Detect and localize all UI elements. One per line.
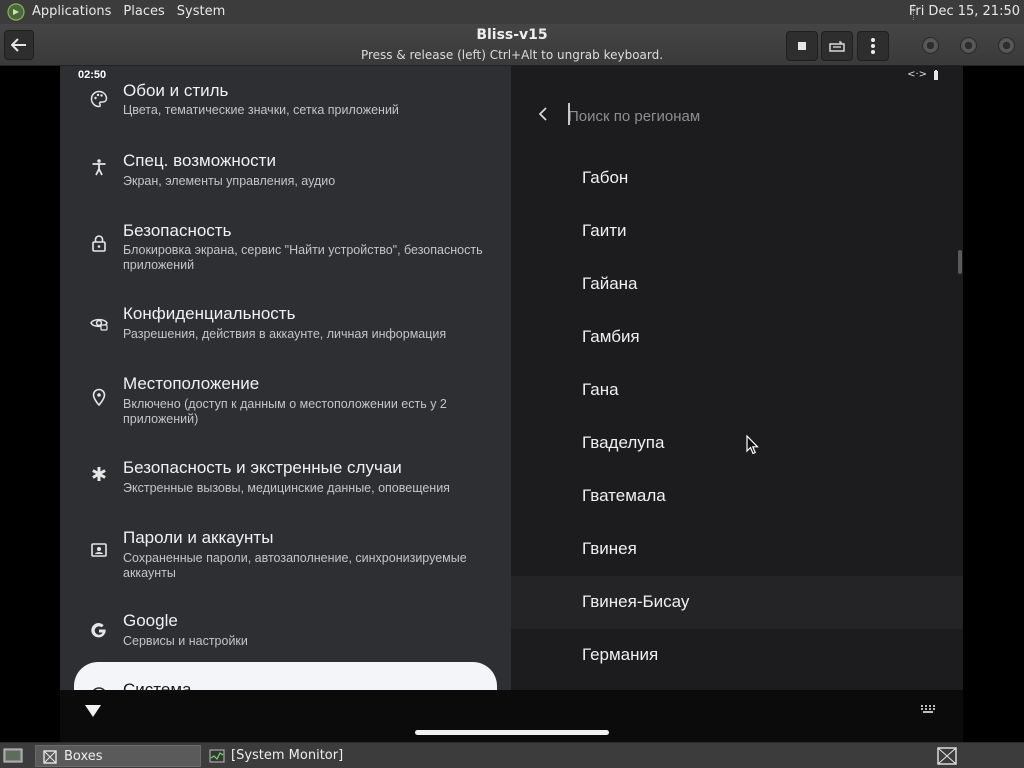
settings-item-subtitle: Включено (доступ к данным о местоположен… xyxy=(123,397,447,426)
android-nav-bar xyxy=(60,690,963,742)
settings-item-security[interactable]: Безопасность Блокировка экрана, сервис "… xyxy=(60,216,511,286)
settings-item-title: Система xyxy=(123,680,192,690)
settings-item-safety-emergency[interactable]: Безопасность и экстренные случаи Экстрен… xyxy=(60,454,511,510)
google-g-icon xyxy=(88,620,110,642)
settings-item-subtitle: Сохраненные пароли, автозаполнение, синх… xyxy=(123,551,467,580)
settings-item-subtitle: Сервисы и настройки xyxy=(123,634,248,648)
settings-item-title: Безопасность и экстренные случаи xyxy=(123,458,402,477)
scrollbar-thumb[interactable] xyxy=(958,250,962,274)
region-label: Гайана xyxy=(582,274,638,293)
keyboard-icon xyxy=(829,41,845,52)
region-label: Гвинея-Бисау xyxy=(582,592,690,611)
settings-item-title: Пароли и аккаунты xyxy=(123,528,274,547)
android-screen[interactable]: 02:50 Обои и стиль Цвета, тематические з… xyxy=(60,66,963,742)
status-icons: <·> xyxy=(907,69,939,80)
settings-item-wallpaper[interactable]: Обои и стиль Цвета, тематические значки,… xyxy=(60,78,511,136)
text-cursor xyxy=(568,103,570,125)
search-back-button[interactable] xyxy=(535,104,551,124)
menu-button[interactable] xyxy=(857,31,889,61)
region-label: Гаити xyxy=(582,221,627,240)
battery-icon xyxy=(934,69,938,80)
send-keys-button[interactable] xyxy=(821,31,853,61)
region-label: Гвинея xyxy=(582,539,637,558)
region-item[interactable]: Гваделупа xyxy=(511,417,963,470)
settings-item-title: Google xyxy=(123,611,178,630)
top-panel: Applications Places System Fri Dec 15, 2… xyxy=(0,0,1024,24)
region-item[interactable]: Гайана xyxy=(511,258,963,311)
palette-icon xyxy=(88,88,110,110)
settings-item-passwords-accounts[interactable]: Пароли и аккаунты Сохраненные пароли, ав… xyxy=(60,524,511,594)
region-item[interactable]: Гамбия xyxy=(511,311,963,364)
region-item[interactable]: Германия xyxy=(511,629,963,682)
system-menu[interactable]: System xyxy=(171,0,231,24)
show-desktop-icon[interactable] xyxy=(3,747,23,765)
account-box-icon xyxy=(88,539,110,561)
kebab-menu-icon xyxy=(871,38,875,54)
applications-menu[interactable]: Applications xyxy=(26,0,117,24)
region-item-highlighted[interactable]: Гвинея-Бисау xyxy=(511,576,963,629)
region-item[interactable]: Гаити xyxy=(511,205,963,258)
taskbar-item-system-monitor[interactable]: [System Monitor] xyxy=(203,745,453,767)
settings-item-subtitle: Цвета, тематические значки, сетка прилож… xyxy=(123,103,399,117)
lock-icon xyxy=(88,232,110,254)
region-item[interactable]: Гватемала xyxy=(511,470,963,523)
panel-clock[interactable]: Fri Dec 15, 21:50 xyxy=(909,0,1024,24)
region-item[interactable]: Гвинея xyxy=(511,523,963,576)
region-item[interactable]: Габон xyxy=(511,152,963,205)
vm-display[interactable]: 02:50 Обои и стиль Цвета, тематические з… xyxy=(0,66,1024,742)
region-picker[interactable]: <·> Габон Гаити Гайана Гамбия Гана Гваде… xyxy=(511,66,963,690)
keyboard-icon[interactable] xyxy=(920,704,936,714)
places-menu[interactable]: Places xyxy=(117,0,170,24)
settings-item-accessibility[interactable]: Спец. возможности Экран, элементы управл… xyxy=(60,146,511,204)
settings-list[interactable]: 02:50 Обои и стиль Цвета, тематические з… xyxy=(60,66,511,690)
region-label: Гамбия xyxy=(582,327,640,346)
region-search-input[interactable] xyxy=(566,104,926,128)
nav-back-triangle-icon[interactable] xyxy=(84,704,102,718)
stop-button[interactable] xyxy=(786,31,818,61)
region-label: Габон xyxy=(582,168,629,187)
settings-item-title: Местоположение xyxy=(123,374,260,393)
minimize-button[interactable] xyxy=(922,37,939,54)
workspace-switcher-icon[interactable] xyxy=(936,746,958,766)
region-label: Гватемала xyxy=(582,486,666,505)
gesture-handle[interactable] xyxy=(415,730,609,735)
taskbar-item-boxes[interactable]: Boxes xyxy=(35,745,201,767)
system-monitor-icon xyxy=(209,749,225,763)
settings-item-subtitle: Разрешения, действия в аккаунте, личная … xyxy=(123,327,447,341)
taskbar-item-label: [System Monitor] xyxy=(231,748,344,763)
region-item[interactable]: Гана xyxy=(511,364,963,417)
status-bar-time: 02:50 xyxy=(78,69,107,81)
region-label: Гана xyxy=(582,380,619,399)
settings-item-location[interactable]: Местоположение Включено (доступ к данным… xyxy=(60,370,511,440)
asterisk-icon xyxy=(88,463,110,485)
settings-item-title: Обои и стиль xyxy=(123,81,229,100)
chevron-left-icon xyxy=(539,107,547,121)
ethernet-icon: <·> xyxy=(907,69,927,80)
accessibility-icon xyxy=(88,156,110,178)
settings-item-google[interactable]: Google Сервисы и настройки xyxy=(60,608,511,662)
settings-item-title: Конфиденциальность xyxy=(123,304,296,323)
bottom-taskbar: Boxes [System Monitor] xyxy=(0,742,1024,768)
gnome-foot-icon[interactable] xyxy=(6,3,26,21)
close-button[interactable] xyxy=(998,37,1015,54)
taskbar-item-label: Boxes xyxy=(64,749,103,764)
privacy-eye-icon xyxy=(88,312,110,334)
region-label: Гваделупа xyxy=(582,433,665,452)
boxes-header-bar: Bliss-v15 Press & release (left) Ctrl+Al… xyxy=(0,24,1024,66)
location-pin-icon xyxy=(88,386,110,408)
stop-icon xyxy=(798,42,806,50)
mouse-pointer-icon xyxy=(746,435,759,455)
settings-item-subtitle: Блокировка экрана, сервис "Найти устройс… xyxy=(123,243,483,272)
settings-item-subtitle: Экран, элементы управления, аудио xyxy=(123,174,336,188)
settings-item-title: Спец. возможности xyxy=(123,151,276,170)
settings-item-system-selected[interactable]: Система xyxy=(74,662,497,690)
maximize-button[interactable] xyxy=(960,37,977,54)
settings-item-subtitle: Экстренные вызовы, медицинские данные, о… xyxy=(123,481,450,495)
region-label: Германия xyxy=(582,645,659,664)
settings-item-title: Безопасность xyxy=(123,221,232,240)
settings-item-privacy[interactable]: Конфиденциальность Разрешения, действия … xyxy=(60,300,511,360)
boxes-app-icon xyxy=(43,750,57,764)
